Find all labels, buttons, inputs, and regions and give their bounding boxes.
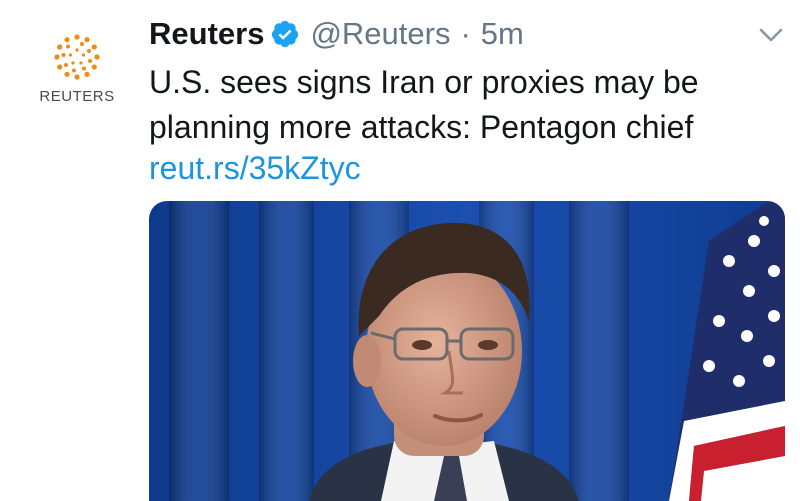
chevron-down-icon[interactable] [758, 25, 784, 45]
tweet-media-photo[interactable] [149, 201, 785, 501]
author-name[interactable]: Reuters [149, 16, 264, 52]
verified-badge-icon [270, 19, 300, 49]
timestamp[interactable]: 5m [481, 16, 524, 52]
avatar-label: REUTERS [39, 88, 115, 105]
tweet-link[interactable]: reut.rs/35kZtyc [149, 148, 361, 188]
tweet-header: Reuters @Reuters · 5m [149, 14, 524, 54]
author-handle[interactable]: @Reuters [310, 16, 450, 52]
tweet-text: U.S. sees signs Iran or proxies may be p… [149, 64, 699, 145]
reuters-logo-icon [54, 34, 100, 80]
avatar[interactable]: REUTERS [34, 32, 120, 112]
separator-dot: · [460, 16, 471, 51]
